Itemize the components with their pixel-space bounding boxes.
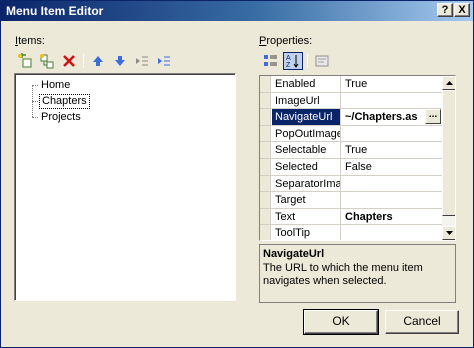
categorized-icon	[264, 55, 277, 66]
alphabetical-icon: A Z	[286, 55, 299, 69]
property-name: ToolTip	[272, 225, 341, 240]
property-description-panel: NavigateUrl The URL to which the menu it…	[259, 244, 456, 303]
property-row-gutter	[260, 159, 271, 175]
scroll-thumb[interactable]	[442, 90, 455, 216]
property-row-gutter	[260, 125, 271, 142]
property-name: PopOutImage	[272, 125, 341, 142]
property-pages-button[interactable]	[312, 52, 332, 70]
property-name: Text	[272, 208, 341, 225]
property-row-gutter	[260, 92, 271, 109]
tree-item-chapters[interactable]: Chapters	[32, 93, 90, 109]
toolbar-separator	[307, 54, 308, 68]
scroll-up-button[interactable]	[442, 76, 455, 90]
property-row-target[interactable]: Target	[260, 192, 442, 209]
property-row-gutter	[260, 225, 271, 240]
property-value[interactable]: Chapters	[342, 209, 442, 225]
tree-branch-line	[32, 100, 38, 102]
property-name: Enabled	[272, 76, 341, 92]
menu-item-editor-dialog: Menu Item Editor ? X Items: Home Chapter…	[0, 0, 474, 348]
scroll-up-icon	[445, 81, 453, 85]
property-row-gutter	[260, 192, 271, 208]
properties-label-text: roperties:	[266, 35, 313, 47]
property-row-popoutimage[interactable]: PopOutImage	[260, 125, 442, 143]
add-root-item-button[interactable]	[15, 52, 35, 70]
move-down-button[interactable]	[110, 52, 130, 70]
outdent-icon	[136, 56, 148, 66]
tree-item-label: Projects	[41, 110, 81, 123]
window-title: Menu Item Editor	[6, 4, 104, 18]
arrow-down-icon	[115, 56, 125, 66]
move-up-button[interactable]	[88, 52, 108, 70]
tree-item-home[interactable]: Home	[32, 78, 72, 92]
categorized-button[interactable]	[261, 52, 281, 70]
property-value[interactable]: True	[342, 142, 442, 158]
tree-item-projects[interactable]: Projects	[32, 110, 83, 124]
property-grid-scrollbar[interactable]	[442, 76, 455, 240]
indent-icon	[158, 56, 170, 66]
close-button[interactable]: X	[454, 3, 470, 17]
property-row-gutter	[260, 76, 271, 92]
svg-text:A: A	[286, 55, 291, 62]
add-root-item-icon	[18, 53, 32, 68]
property-name: Selected	[272, 159, 341, 175]
delete-icon	[63, 55, 75, 67]
tree-item-label: Chapters	[39, 93, 90, 109]
add-child-item-button[interactable]	[37, 52, 57, 70]
items-label-text: tems:	[18, 35, 45, 47]
property-row-text[interactable]: Text Chapters	[260, 208, 442, 226]
property-row-navigateurl[interactable]: NavigateUrl ~/Chapters.as...	[260, 109, 442, 126]
cancel-button[interactable]: Cancel	[385, 310, 459, 334]
property-row-gutter	[260, 175, 271, 192]
browse-url-button[interactable]: ...	[425, 109, 441, 125]
property-name: Target	[272, 192, 341, 208]
property-value[interactable]	[342, 126, 442, 142]
property-name: ImageUrl	[272, 92, 341, 109]
description-title: NavigateUrl	[263, 248, 325, 260]
properties-label: Properties:	[259, 35, 312, 47]
property-row-imageurl[interactable]: ImageUrl	[260, 92, 442, 110]
property-name: Selectable	[272, 142, 341, 158]
toolbar-separator	[83, 54, 84, 68]
description-text: The URL to which the menu item navigates…	[263, 262, 423, 287]
property-value[interactable]	[342, 192, 442, 208]
help-icon: ?	[441, 4, 449, 16]
scroll-down-icon	[445, 231, 453, 235]
property-row-gutter	[260, 142, 271, 158]
property-name: SeparatorIma	[272, 175, 341, 192]
tree-branch-line	[32, 116, 38, 118]
property-row-separatorima[interactable]: SeparatorIma	[260, 175, 442, 193]
title-bar[interactable]: Menu Item Editor ? X	[1, 1, 473, 21]
indent-button[interactable]	[154, 52, 174, 70]
delete-item-button[interactable]	[59, 52, 79, 70]
tree-branch-line	[32, 84, 38, 86]
svg-text:Z: Z	[286, 62, 291, 69]
close-icon: X	[458, 4, 466, 16]
property-row-selectable[interactable]: Selectable True	[260, 142, 442, 159]
property-value[interactable]	[342, 176, 442, 192]
items-label: Items:	[15, 35, 45, 47]
help-button[interactable]: ?	[437, 3, 453, 17]
property-value[interactable]	[342, 225, 442, 240]
property-value[interactable]	[342, 93, 442, 109]
properties-toolbar: A Z	[261, 51, 332, 71]
outdent-button[interactable]	[132, 52, 152, 70]
property-row-gutter	[260, 208, 271, 225]
property-row-selected[interactable]: Selected False	[260, 159, 442, 176]
tree-item-label: Home	[41, 78, 71, 91]
property-value[interactable]: False	[342, 159, 442, 175]
items-toolbar	[15, 51, 174, 71]
property-value[interactable]: True	[342, 76, 442, 92]
property-grid[interactable]: Enabled True ImageUrl NavigateUrl ~/Chapters…	[259, 75, 456, 241]
alphabetical-button[interactable]: A Z	[283, 52, 303, 70]
property-row-gutter	[260, 109, 271, 125]
property-name: NavigateUrl	[272, 109, 341, 125]
arrow-up-icon	[93, 56, 103, 66]
add-child-item-icon	[40, 54, 54, 69]
items-tree[interactable]: Home Chapters Projects	[14, 73, 236, 301]
scroll-down-button[interactable]	[442, 226, 455, 240]
property-pages-icon	[315, 55, 329, 67]
ok-button[interactable]: OK	[303, 309, 379, 335]
property-row-enabled[interactable]: Enabled True	[260, 76, 442, 93]
property-row-tooltip[interactable]: ToolTip	[260, 225, 442, 240]
